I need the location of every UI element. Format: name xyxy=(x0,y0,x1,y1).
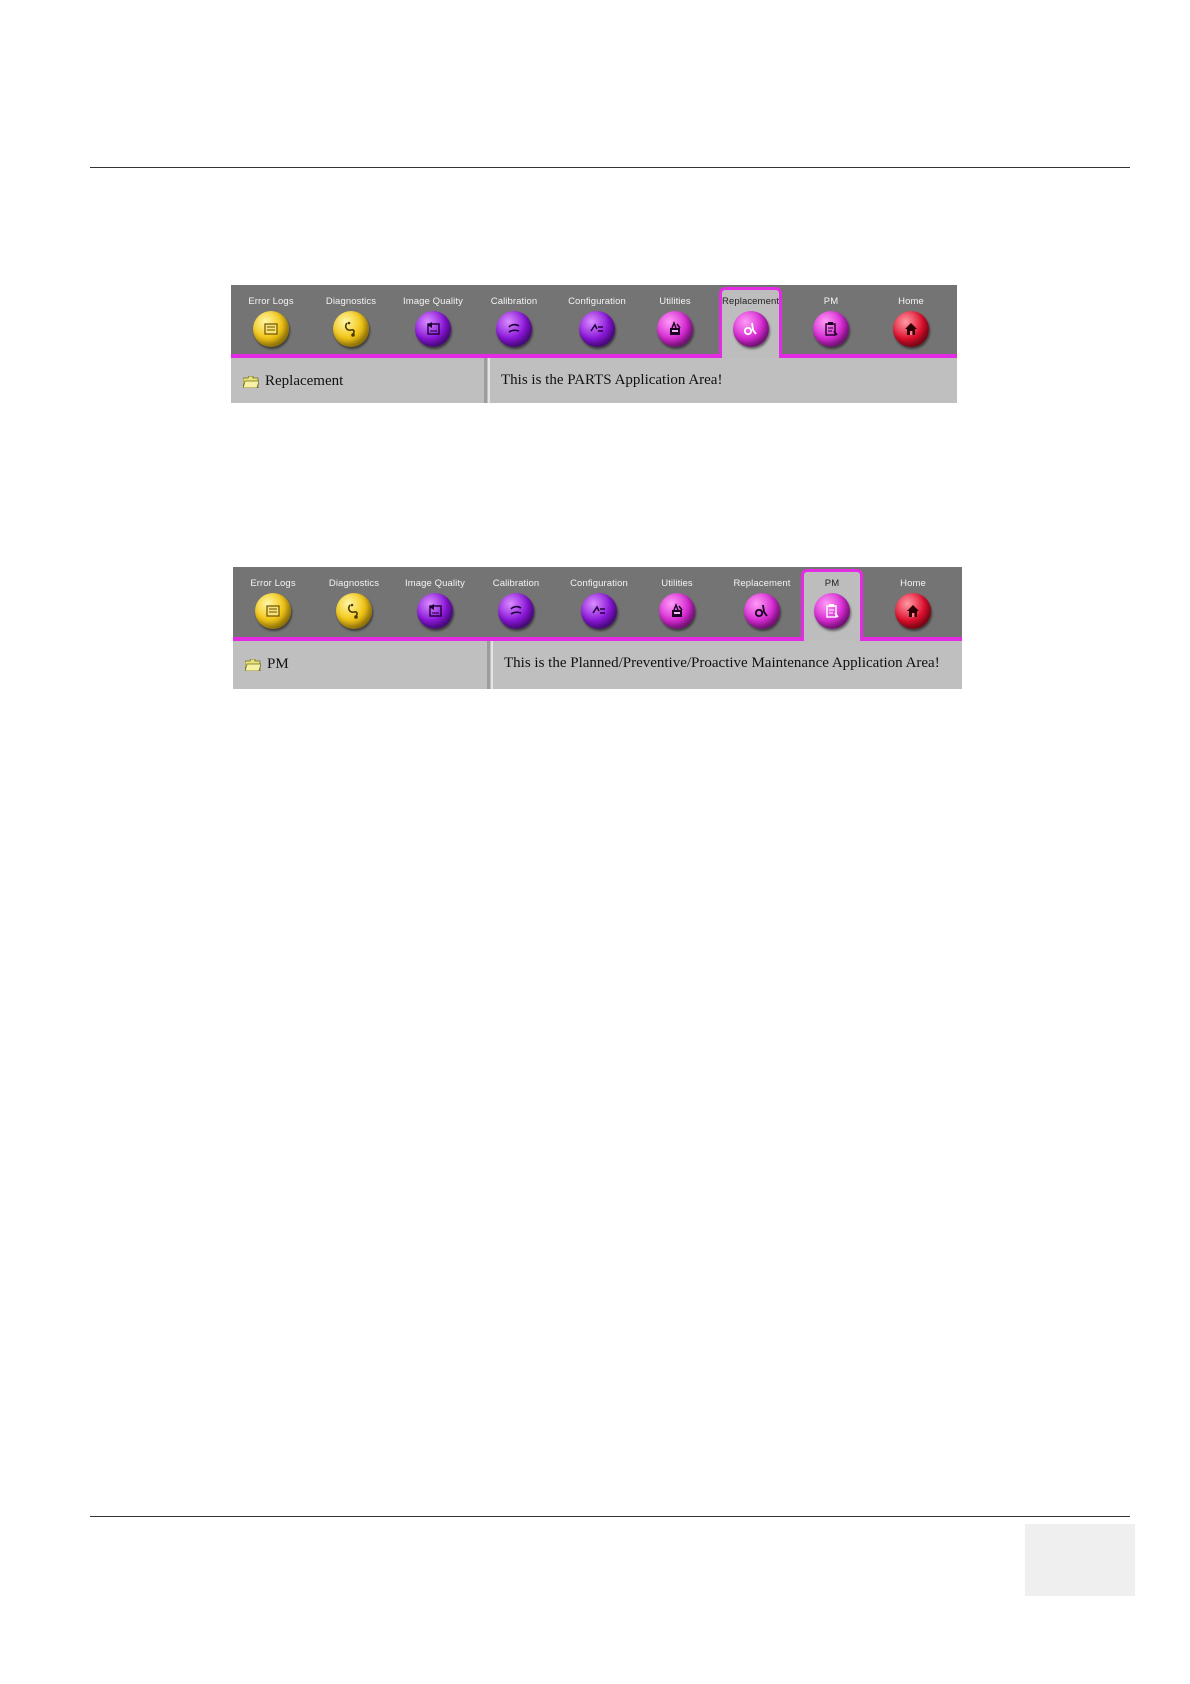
stethoscope-icon xyxy=(333,311,369,347)
configuration-icon xyxy=(579,311,615,347)
stethoscope-icon xyxy=(336,593,372,629)
folder-icon xyxy=(243,376,259,388)
tool-label: Error Logs xyxy=(250,578,296,589)
tool-calibration[interactable]: Calibration xyxy=(476,567,556,637)
tool-configuration[interactable]: Configuration xyxy=(557,285,637,354)
screen-body: PM This is the Planned/Preventive/Proact… xyxy=(233,641,962,689)
tool-label: Utilities xyxy=(659,296,691,307)
image-quality-icon xyxy=(415,311,451,347)
tool-image-quality[interactable]: Image Quality xyxy=(393,285,473,354)
tool-calibration[interactable]: Calibration xyxy=(474,285,554,354)
tool-label: Diagnostics xyxy=(325,296,377,307)
tool-error-logs[interactable]: Error Logs xyxy=(233,567,313,637)
tool-replacement[interactable]: Replacement xyxy=(719,287,782,360)
tool-error-logs[interactable]: Error Logs xyxy=(231,285,311,354)
tool-label: Home xyxy=(898,296,924,307)
navigation-tree: PM xyxy=(233,641,490,689)
application-area: This is the PARTS Application Area! xyxy=(488,358,957,403)
home-icon xyxy=(893,311,929,347)
tool-label: Calibration xyxy=(490,296,538,307)
tool-label: Calibration xyxy=(492,578,540,589)
application-area: This is the Planned/Preventive/Proactive… xyxy=(491,641,962,689)
tool-diagnostics[interactable]: Diagnostics xyxy=(314,567,394,637)
tool-label: Diagnostics xyxy=(328,578,380,589)
service-screen-pm: Error Logs Diagnostics Image Quality Cal… xyxy=(233,567,962,689)
service-toolbar: Error Logs Diagnostics Image Quality Cal… xyxy=(233,567,962,643)
calibration-icon xyxy=(496,311,532,347)
application-area-message: This is the PARTS Application Area! xyxy=(501,372,723,388)
pm-clipboard-icon xyxy=(813,311,849,347)
tool-label: Image Quality xyxy=(403,296,463,307)
tool-replacement[interactable]: Replacement xyxy=(722,567,802,637)
tool-utilities[interactable]: Utilities xyxy=(637,567,717,637)
page-number-box xyxy=(1025,1524,1135,1596)
tool-label: Utilities xyxy=(661,578,693,589)
configuration-icon xyxy=(581,593,617,629)
tool-diagnostics[interactable]: Diagnostics xyxy=(311,285,391,354)
tool-utilities[interactable]: Utilities xyxy=(635,285,715,354)
header-rule xyxy=(90,167,1130,168)
footer-rule xyxy=(90,1516,1130,1517)
tool-label: Replacement xyxy=(722,296,780,307)
tool-label: Configuration xyxy=(568,296,626,307)
service-screen-replacement: Error Logs Diagnostics Image Quality Cal… xyxy=(231,285,957,403)
tool-home[interactable]: Home xyxy=(873,567,953,637)
tree-item-replacement[interactable]: Replacement xyxy=(265,373,343,390)
tool-image-quality[interactable]: Image Quality xyxy=(395,567,475,637)
tool-label: Image Quality xyxy=(405,578,465,589)
tool-home[interactable]: Home xyxy=(871,285,951,354)
navigation-tree: Replacement xyxy=(231,358,487,403)
tool-label: PM xyxy=(824,578,840,589)
tool-label: Configuration xyxy=(570,578,628,589)
error-log-icon xyxy=(253,311,289,347)
application-area-message: This is the Planned/Preventive/Proactive… xyxy=(504,655,940,671)
folder-icon xyxy=(245,659,261,671)
tool-label: Error Logs xyxy=(248,296,294,307)
pm-clipboard-icon xyxy=(814,593,850,629)
tool-label: PM xyxy=(823,296,839,307)
calibration-icon xyxy=(498,593,534,629)
image-quality-icon xyxy=(417,593,453,629)
service-toolbar: Error Logs Diagnostics Image Quality Cal… xyxy=(231,285,957,360)
utilities-icon xyxy=(659,593,695,629)
screen-body: Replacement This is the PARTS Applicatio… xyxy=(231,358,957,403)
tool-pm[interactable]: PM xyxy=(791,285,871,354)
tool-configuration[interactable]: Configuration xyxy=(559,567,639,637)
replacement-icon xyxy=(732,311,769,347)
error-log-icon xyxy=(255,593,291,629)
tool-label: Replacement xyxy=(733,578,791,589)
replacement-icon xyxy=(744,593,780,629)
home-icon xyxy=(895,593,931,629)
tool-label: Home xyxy=(900,578,926,589)
tool-pm[interactable]: PM xyxy=(801,569,863,643)
utilities-icon xyxy=(657,311,693,347)
tree-item-pm[interactable]: PM xyxy=(267,656,289,673)
